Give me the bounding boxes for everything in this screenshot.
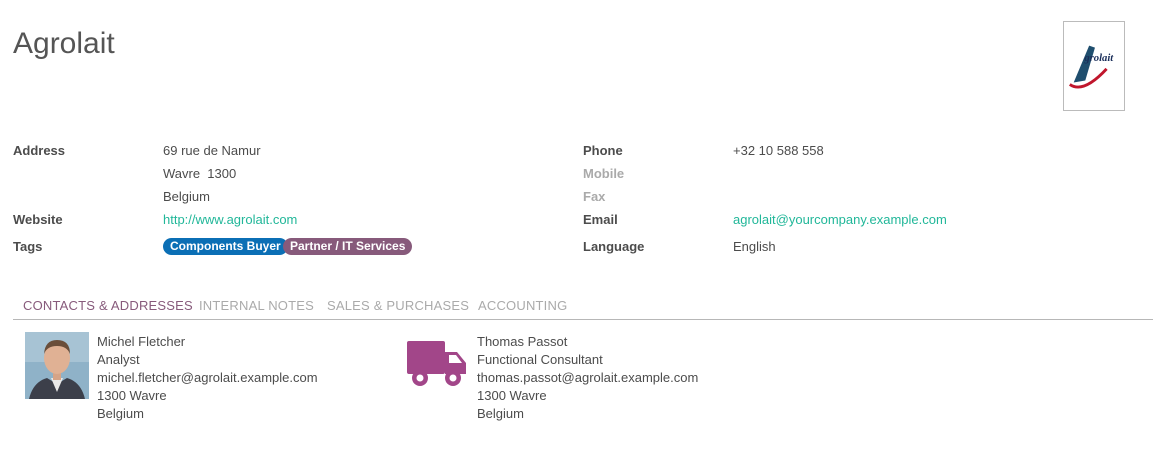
tab-contacts-addresses[interactable]: CONTACTS & ADDRESSES [23, 298, 193, 313]
tags-label: Tags [13, 239, 43, 254]
fax-label: Fax [583, 189, 606, 204]
agrolait-logo-image: grolait [1068, 45, 1114, 89]
email-link[interactable]: agrolait@yourcompany.example.com [733, 212, 947, 227]
contact-1-email: michel.fletcher@agrolait.example.com [97, 370, 318, 385]
address-city-zip: Wavre 1300 [163, 166, 237, 181]
tag-partner-it-services[interactable]: Partner / IT Services [283, 238, 413, 255]
email-label: Email [583, 212, 618, 227]
address-street: 69 rue de Namur [163, 143, 261, 158]
person-photo-icon [25, 332, 89, 399]
contact-1-country: Belgium [97, 406, 144, 421]
tag-components-buyer[interactable]: Components Buyer [163, 238, 288, 255]
contact-2-function: Functional Consultant [477, 352, 603, 367]
contact-1-name[interactable]: Michel Fletcher [97, 334, 185, 349]
contact-2-email: thomas.passot@agrolait.example.com [477, 370, 699, 385]
delivery-truck-icon[interactable] [407, 338, 467, 390]
language-value: English [733, 239, 776, 254]
contact-1-city: 1300 Wavre [97, 388, 167, 403]
contact-avatar-photo[interactable] [25, 332, 89, 399]
contact-2-name[interactable]: Thomas Passot [477, 334, 567, 349]
tab-accounting[interactable]: ACCOUNTING [478, 298, 567, 313]
language-label: Language [583, 239, 645, 254]
contact-2-city: 1300 Wavre [477, 388, 547, 403]
svg-text:grolait: grolait [1083, 53, 1114, 64]
address-label: Address [13, 143, 66, 158]
contact-1-function: Analyst [97, 352, 140, 367]
mobile-label: Mobile [583, 166, 625, 181]
phone-value[interactable]: +32 10 588 558 [733, 143, 824, 158]
phone-label: Phone [583, 143, 623, 158]
website-label: Website [13, 212, 63, 227]
partner-logo[interactable]: grolait [1063, 21, 1125, 111]
partner-name-title: Agrolait [13, 27, 115, 60]
contact-2-country: Belgium [477, 406, 524, 421]
address-country: Belgium [163, 189, 210, 204]
tab-internal-notes[interactable]: INTERNAL NOTES [199, 298, 314, 313]
website-link[interactable]: http://www.agrolait.com [163, 212, 297, 227]
tab-sales-purchases[interactable]: SALES & PURCHASES [327, 298, 469, 313]
notebook-tabs: CONTACTS & ADDRESSES INTERNAL NOTES SALE… [13, 293, 1153, 320]
